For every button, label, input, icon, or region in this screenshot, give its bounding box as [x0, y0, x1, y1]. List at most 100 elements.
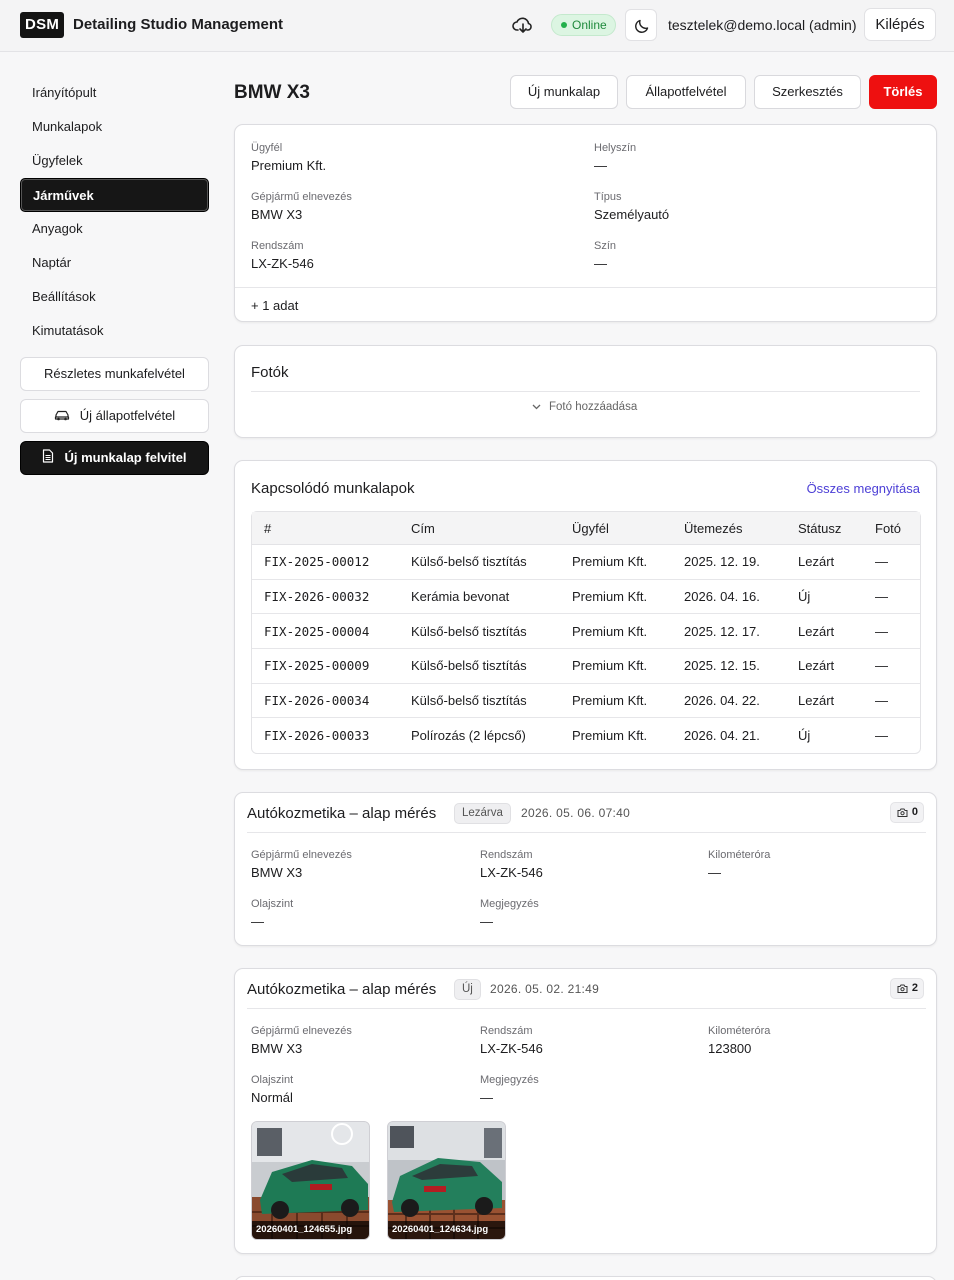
page-title: BMW X3 [234, 82, 310, 103]
sidebar-item-clients[interactable]: Ügyfelek [20, 144, 209, 178]
new-worksheet-button[interactable]: Új munkalap [510, 75, 618, 109]
detailed-intake-label: Részletes munkafelvétel [44, 366, 185, 381]
vehicle-details-card: Ügyfél Premium Kft. Helyszín — Gépjármű … [234, 124, 937, 322]
sidebar-item-vehicles[interactable]: Járművek [20, 178, 209, 212]
table-cell: 2026. 04. 16. [672, 580, 786, 615]
plate-label: Rendszám [480, 1025, 533, 1037]
sidebar: Irányítópult Munkalapok Ügyfelek Járműve… [20, 76, 209, 475]
moon-icon [635, 19, 649, 33]
table-cell: Külső-belső tisztítás [399, 545, 560, 580]
inspection-datetime: 2026. 05. 02. 21:49 [490, 982, 600, 996]
table-cell: Új [786, 580, 863, 615]
next-card-edge [234, 1276, 937, 1280]
vehicle-name-value: BMW X3 [251, 207, 303, 222]
inspection-title: Autókozmetika – alap mérés [247, 805, 437, 822]
chevron-down-icon [532, 401, 541, 413]
table-row[interactable]: FIX-2026-00034 Külső-belső tisztítás Premi… [252, 684, 920, 719]
plate-value: LX-ZK-546 [251, 256, 314, 271]
table-row[interactable]: FIX-2025-00009 Külső-belső tisztítás Premi… [252, 649, 920, 684]
table-cell: Lezárt [786, 614, 863, 650]
vehicle-name-value: BMW X3 [251, 1041, 303, 1056]
table-cell: FIX-2025-00004 [252, 614, 399, 650]
divider [247, 1008, 926, 1009]
sidebar-item-calendar[interactable]: Naptár [20, 246, 209, 280]
divider [247, 832, 926, 833]
inspection-card: Autókozmetika – alap mérés Lezárva 2026.… [234, 792, 937, 946]
photo-count-badge[interactable]: 2 [890, 978, 924, 999]
table-cell: FIX-2026-00033 [264, 728, 370, 744]
user-email: tesztelek@demo.local (admin) [668, 17, 857, 33]
related-worksheets-card: Kapcsolódó munkalapok Összes megnyitása … [234, 460, 937, 770]
edit-button[interactable]: Szerkesztés [754, 75, 861, 109]
related-title: Kapcsolódó munkalapok [251, 480, 415, 497]
add-photo-label: Fotó hozzáadása [549, 401, 638, 413]
photo-count: 0 [911, 806, 918, 818]
table-cell: 2026. 04. 21. [684, 728, 760, 744]
column-header: Cím [399, 512, 560, 545]
odometer-label: Kilométeróra [708, 849, 771, 861]
column-header: # [252, 512, 399, 545]
table-cell: 2026. 04. 22. [672, 684, 786, 719]
table-cell: Lezárt [786, 545, 863, 580]
app-logo[interactable]: DSM [20, 12, 65, 38]
photo-thumbnail[interactable]: 20260401_124655.jpg [251, 1121, 370, 1240]
add-photo-toggle[interactable]: Fotó hozzáadása [532, 401, 637, 413]
vehicle-name-value: BMW X3 [251, 865, 303, 880]
table-cell: — [863, 614, 920, 650]
photo-filename: 20260401_124655.jpg [252, 1221, 369, 1239]
column-header: Ügyfél [560, 512, 672, 545]
sidebar-item-dashboard[interactable]: Irányítópult [20, 76, 209, 110]
table-cell: Premium Kft. [572, 728, 648, 744]
plate-value: LX-ZK-546 [480, 1041, 543, 1056]
delete-button[interactable]: Törlés [869, 75, 937, 109]
table-cell: — [863, 545, 920, 580]
new-worksheet-sidebar-button[interactable]: Új munkalap felvitel [20, 441, 209, 475]
detailed-intake-button[interactable]: Részletes munkafelvétel [20, 357, 209, 391]
new-condition-button[interactable]: Új állapotfelvétel [20, 399, 209, 433]
divider [235, 287, 936, 288]
color-value: — [594, 256, 607, 271]
photos-card: Fotók Fotó hozzáadása [234, 345, 937, 438]
table-cell: Külső-belső tisztítás [399, 684, 560, 719]
open-all-link[interactable]: Összes megnyitása [807, 481, 920, 496]
note-value: — [480, 914, 493, 929]
table-cell: — [875, 728, 888, 744]
plate-value: LX-ZK-546 [480, 865, 543, 880]
photo-count-badge[interactable]: 0 [890, 802, 924, 823]
table-row[interactable]: FIX-2026-00033 Polírozás (2 lépcső) Premiu… [252, 718, 920, 753]
sidebar-item-reports[interactable]: Kimutatások [20, 314, 209, 348]
table-cell: Polírozás (2 lépcső) [411, 728, 526, 744]
theme-toggle-button[interactable] [625, 9, 657, 41]
photos-title: Fotók [251, 364, 289, 381]
table-cell: 2025. 12. 15. [672, 649, 786, 684]
table-row[interactable]: FIX-2025-00004 Külső-belső tisztítás Premi… [252, 614, 920, 650]
color-label: Szín [594, 240, 617, 252]
photo-filename: 20260401_124634.jpg [388, 1221, 505, 1239]
photo-thumbnail[interactable]: 20260401_124634.jpg [387, 1121, 506, 1240]
table-header-row: # Cím Ügyfél Ütemezés Státusz Fotó [252, 512, 920, 545]
divider [251, 391, 920, 392]
table-row[interactable]: FIX-2026-00032 Kerámia bevonat Premium Kft… [252, 580, 920, 615]
vehicle-name-label: Gépjármű elnevezés [251, 849, 352, 861]
condition-button[interactable]: Állapotfelvétel [626, 75, 746, 109]
status-badge: Új [454, 979, 481, 1000]
table-cell: FIX-2026-00034 [252, 684, 399, 719]
inspection-datetime: 2026. 05. 06. 07:40 [521, 806, 631, 820]
table-cell: 2025. 12. 19. [672, 545, 786, 580]
cloud-sync-icon[interactable] [512, 14, 534, 36]
table-cell: — [863, 649, 920, 684]
table-cell: Lezárt [786, 649, 863, 684]
online-status-badge: Online [551, 14, 616, 36]
logout-button[interactable]: Kilépés [864, 8, 936, 41]
column-header: Státusz [786, 512, 863, 545]
sidebar-item-materials[interactable]: Anyagok [20, 212, 209, 246]
plate-label: Rendszám [251, 240, 304, 252]
more-fields-toggle[interactable]: + 1 adat [251, 298, 298, 313]
table-cell: Premium Kft. [560, 684, 672, 719]
sidebar-item-settings[interactable]: Beállítások [20, 280, 209, 314]
sidebar-item-worksheets[interactable]: Munkalapok [20, 110, 209, 144]
table-cell: Premium Kft. [560, 580, 672, 615]
table-row[interactable]: FIX-2025-00012 Külső-belső tisztítás Premi… [252, 545, 920, 580]
table-cell: Külső-belső tisztítás [399, 614, 560, 650]
column-header: Ütemezés [672, 512, 786, 545]
